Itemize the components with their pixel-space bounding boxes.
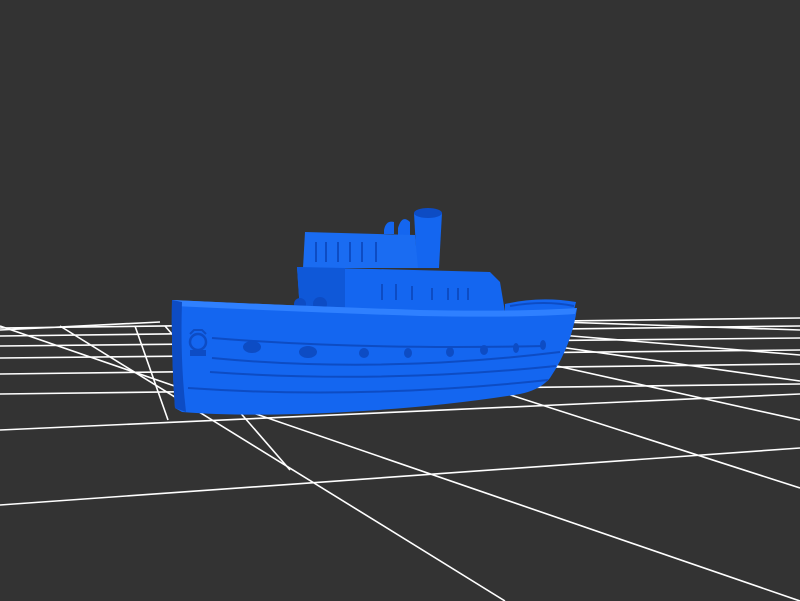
3d-scene[interactable] [0,0,800,601]
boat-vent [384,221,394,234]
porthole [513,343,519,353]
porthole [359,348,369,358]
porthole [299,346,317,358]
porthole [243,341,261,353]
boat-vent [398,219,410,236]
porthole [446,347,454,357]
boat-funnel-top [414,208,442,218]
grid-line [494,389,800,489]
porthole [404,348,412,358]
porthole [540,340,546,350]
grid-line [0,447,800,506]
boat-model[interactable] [171,208,578,415]
porthole [480,345,488,355]
3d-viewport[interactable] [0,0,800,601]
grid-line [529,359,800,421]
boat-upper-cabin [303,232,418,268]
